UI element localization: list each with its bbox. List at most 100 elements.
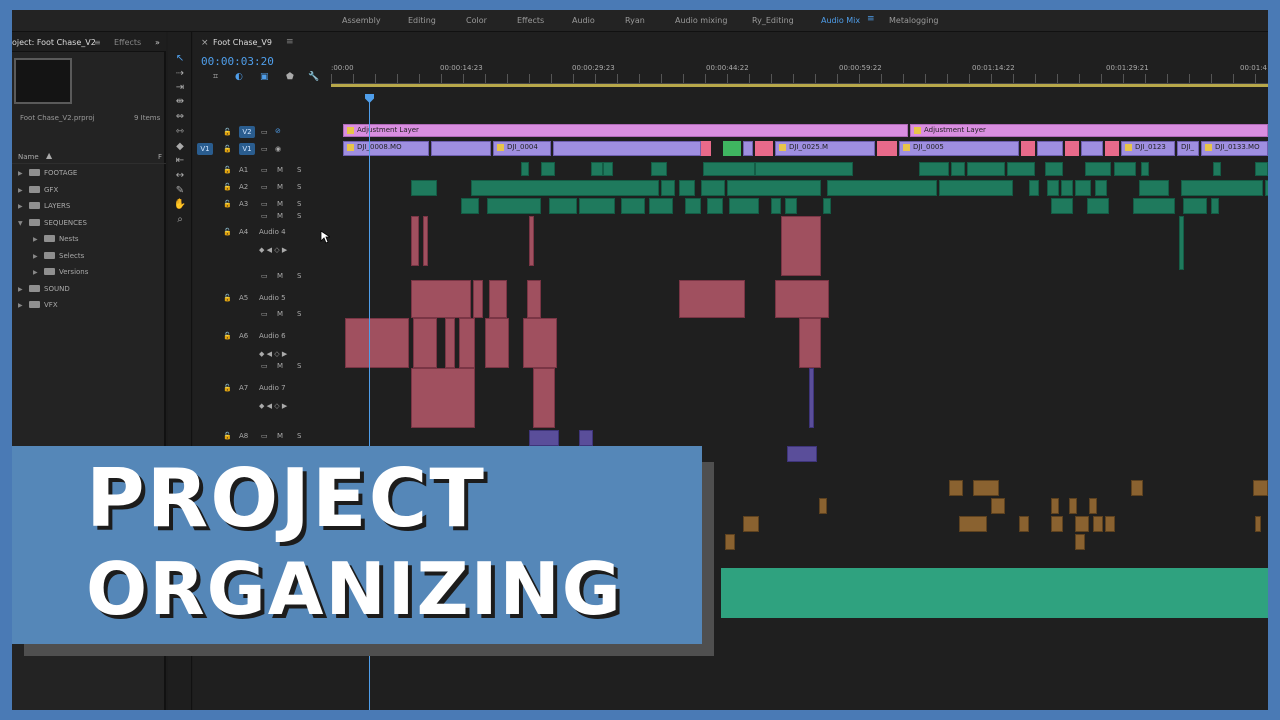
audio-clip[interactable] xyxy=(471,180,659,196)
track-select-icon[interactable]: ⇤ xyxy=(173,154,187,167)
audio-clip[interactable] xyxy=(473,280,483,318)
audio-clip[interactable] xyxy=(1075,180,1091,196)
audio-clip[interactable] xyxy=(661,180,675,196)
audio-clip[interactable] xyxy=(1105,516,1115,532)
audio-clip[interactable] xyxy=(1047,180,1059,196)
wrench-icon[interactable]: 🔧 xyxy=(308,72,319,82)
chevron-right-icon[interactable]: ▶ xyxy=(18,203,26,210)
lock-icon[interactable]: 🔓 xyxy=(223,432,232,440)
audio-clip[interactable] xyxy=(991,498,1005,514)
video-clip[interactable] xyxy=(553,141,701,156)
track-target-v2[interactable]: V2 xyxy=(239,126,255,138)
audio-clip[interactable] xyxy=(529,430,559,446)
add-marker-icon[interactable]: ⬟ xyxy=(286,72,294,82)
project-folder-footage[interactable]: ▶ FOOTAGE xyxy=(18,168,77,182)
mute-button[interactable]: M xyxy=(277,212,283,220)
lock-icon[interactable]: 🔓 xyxy=(223,294,232,302)
audio-clip[interactable] xyxy=(701,180,725,196)
razor-icon[interactable]: ◆ xyxy=(173,140,187,153)
mute-button[interactable]: M xyxy=(277,432,283,440)
mute-button[interactable]: M xyxy=(277,310,283,318)
audio-clip[interactable] xyxy=(1213,162,1221,176)
linked-selection-icon[interactable]: ▣ xyxy=(260,72,269,82)
mute-button[interactable]: M xyxy=(277,200,283,208)
hamburger-icon[interactable]: ≡ xyxy=(94,38,101,47)
solo-button[interactable]: S xyxy=(297,212,301,220)
sync-lock-icon[interactable]: ▭ xyxy=(261,145,268,153)
solo-button[interactable]: S xyxy=(297,310,301,318)
audio-clip[interactable] xyxy=(651,162,667,176)
video-clip[interactable] xyxy=(701,141,711,156)
sync-lock-icon[interactable]: ▭ xyxy=(261,272,268,280)
chevron-right-icon[interactable]: ▶ xyxy=(33,253,41,260)
project-thumbnail[interactable] xyxy=(14,58,72,104)
source-patch-v1[interactable]: V1 xyxy=(197,143,213,155)
mute-button[interactable]: M xyxy=(277,183,283,191)
audio-clip[interactable] xyxy=(541,162,555,176)
adjustment-layer-clip[interactable]: Adjustment Layer xyxy=(343,124,908,137)
audio-clip[interactable] xyxy=(345,318,409,368)
sync-lock-icon[interactable]: ▭ xyxy=(261,212,268,220)
solo-button[interactable]: S xyxy=(297,272,301,280)
tab-project[interactable]: oject: Foot Chase_V2 xyxy=(12,38,96,47)
audio-clip[interactable] xyxy=(1095,180,1107,196)
audio-clip[interactable] xyxy=(775,280,829,318)
selection-tool-icon[interactable]: ↖ xyxy=(173,52,187,65)
lock-icon[interactable]: 🔓 xyxy=(223,145,232,153)
workspace-tab-color[interactable]: Color xyxy=(466,16,487,25)
audio-clip[interactable] xyxy=(967,162,1005,176)
audio-clip[interactable] xyxy=(827,180,937,196)
audio-clip[interactable] xyxy=(1255,162,1268,176)
video-clip[interactable] xyxy=(1037,141,1063,156)
audio-clip[interactable] xyxy=(1087,198,1109,214)
sort-up-icon[interactable]: ▲ xyxy=(46,151,52,160)
audio-clip[interactable] xyxy=(1045,162,1063,176)
adjustment-layer-clip[interactable]: Adjustment Layer xyxy=(910,124,1268,137)
audio-clip[interactable] xyxy=(1085,162,1111,176)
audio-clip[interactable] xyxy=(939,180,1013,196)
project-folder-selects[interactable]: ▶ Selects xyxy=(33,251,84,265)
nest-icon[interactable]: ⌗ xyxy=(213,72,218,82)
workspace-tab-editing[interactable]: Editing xyxy=(408,16,436,25)
track-label-a6[interactable]: A6 xyxy=(239,332,248,340)
lock-icon[interactable]: 🔓 xyxy=(223,332,232,340)
pen-icon[interactable]: ✎ xyxy=(173,184,187,197)
keyframe-nav-icon[interactable]: ◆ ◀ ◇ ▶ xyxy=(259,402,287,410)
audio-clip[interactable] xyxy=(1179,216,1184,270)
audio-clip[interactable] xyxy=(707,198,723,214)
mute-button[interactable]: M xyxy=(277,166,283,174)
video-clip[interactable]: DJI_0133.MO xyxy=(1201,141,1268,156)
audio-clip[interactable] xyxy=(951,162,965,176)
chevron-right-icon[interactable]: ▶ xyxy=(18,170,26,177)
audio-clip[interactable] xyxy=(603,162,613,176)
eye-icon[interactable]: ⊘ xyxy=(275,127,281,135)
lock-icon[interactable]: 🔓 xyxy=(223,128,232,136)
video-clip[interactable]: DJI_0123 xyxy=(1121,141,1175,156)
sync-lock-icon[interactable]: ▭ xyxy=(261,183,268,191)
zoom-icon[interactable]: ⌕ xyxy=(173,213,187,226)
sync-lock-icon[interactable]: ▭ xyxy=(261,432,268,440)
audio-clip[interactable] xyxy=(1133,198,1175,214)
audio-clip[interactable] xyxy=(485,318,509,368)
audio-clip[interactable] xyxy=(919,162,949,176)
project-folder-nests[interactable]: ▶ Nests xyxy=(33,234,79,248)
sync-lock-icon[interactable]: ▭ xyxy=(261,128,268,136)
solo-button[interactable]: S xyxy=(297,200,301,208)
audio-clip[interactable] xyxy=(771,198,781,214)
audio-clip[interactable] xyxy=(461,198,479,214)
audio-clip[interactable] xyxy=(1211,198,1219,214)
workspace-tab-audio[interactable]: Audio xyxy=(572,16,595,25)
workspace-tab-audio-mixing[interactable]: Audio mixing xyxy=(675,16,727,25)
solo-button[interactable]: S xyxy=(297,432,301,440)
video-clip[interactable] xyxy=(723,141,741,156)
video-clip[interactable] xyxy=(1105,141,1119,156)
audio-clip[interactable] xyxy=(1139,180,1169,196)
track-target-v1[interactable]: V1 xyxy=(239,143,255,155)
audio-clip[interactable] xyxy=(819,498,827,514)
project-folder-gfx[interactable]: ▶ GFX xyxy=(18,185,58,199)
slip-icon[interactable]: ⇿ xyxy=(173,125,187,138)
project-folder-vfx[interactable]: ▶ VFX xyxy=(18,300,58,314)
audio-clip[interactable] xyxy=(721,568,1268,618)
audio-clip[interactable] xyxy=(1007,162,1035,176)
project-folder-sound[interactable]: ▶ SOUND xyxy=(18,284,70,298)
